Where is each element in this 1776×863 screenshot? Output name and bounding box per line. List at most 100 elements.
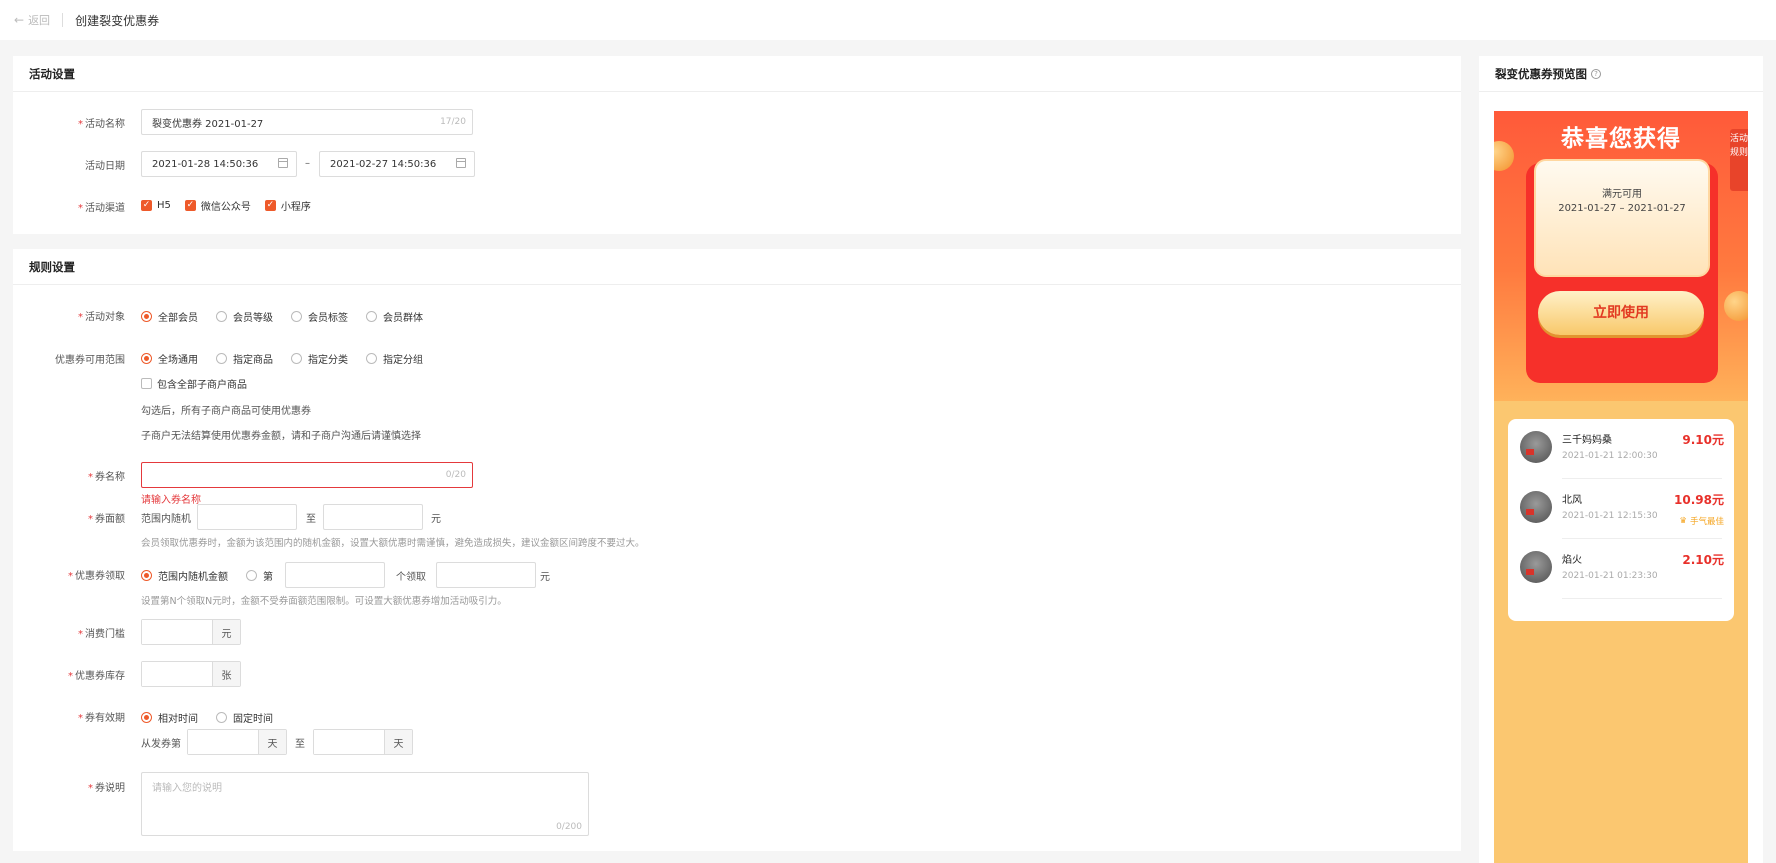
coupon-name-count: 0/20 [445,470,466,480]
activity-channel-label: * 活动渠道 [78,203,125,214]
description-count: 0/200 [556,822,582,832]
scope-group-radio[interactable]: 指定分组 [366,351,423,366]
target-tag-radio[interactable]: 会员标签 [291,309,348,324]
receive-random-option: 范围内随机金额 第 [141,568,291,583]
activity-rules-tab[interactable]: 活动规则 [1730,129,1748,191]
validity-end-unit: 天 [384,730,412,754]
back-button[interactable]: ← 返回 [14,12,50,28]
start-date-picker[interactable]: 2021-01-28 14:50:36 [141,151,297,177]
date-separator: – [305,158,310,169]
target-radio-group: 全部会员 会员等级 会员标签 会员群体 [141,309,441,324]
activity-name-value: 裂变优惠券 2021-01-27 [152,118,264,130]
calendar-icon [456,158,466,168]
record-amount: 9.10元 [1682,433,1724,447]
validity-from: 从发券第 [141,739,181,750]
receive-unit: 元 [540,572,550,583]
use-now-button[interactable]: 立即使用 [1538,291,1704,335]
validity-start-input[interactable]: 天 [187,729,287,755]
stock-input[interactable]: 张 [141,661,241,687]
page-title: 创建裂变优惠券 [75,13,160,28]
include-sub-checkbox[interactable]: 包含全部子商户商品 [141,376,247,391]
avatar [1520,431,1552,463]
scope-note-1: 勾选后，所有子商户商品可使用优惠券 [141,406,311,417]
check-icon: ✓ [141,200,152,211]
activity-name-input[interactable]: 裂变优惠券 2021-01-27 17/20 [141,109,473,135]
top-bar: ← 返回 创建裂变优惠券 [0,0,1776,40]
activity-name-count: 17/20 [440,117,466,127]
divider [62,13,64,27]
scope-note-2: 子商户无法结算使用优惠券金额，请和子商户沟通后请谨慎选择 [141,431,421,442]
stock-unit: 张 [212,662,240,686]
end-date-value: 2021-02-27 14:50:36 [330,158,437,170]
face-value-label: * 券面额 [88,514,125,525]
arrow-left-icon: ← [14,13,25,27]
validity-start-unit: 天 [258,730,286,754]
threshold-input[interactable]: 元 [141,619,241,645]
record-time: 2021-01-21 12:15:30 [1562,511,1658,521]
record-time: 2021-01-21 12:00:30 [1562,451,1658,461]
activity-name-label: * 活动名称 [78,119,125,130]
channel-h5-checkbox[interactable]: ✓ H5 [141,200,171,211]
list-item: 焰火 2021-01-21 01:23:30 2.10元 [1508,539,1734,599]
coin-icon [1724,291,1748,321]
coupon-name-input[interactable]: 0/20 [141,462,473,488]
preview-title: 裂变优惠券预览图 ? [1479,56,1763,92]
description-placeholder: 请输入您的说明 [152,783,222,794]
coupon-name-label: * 券名称 [88,472,125,483]
target-level-radio[interactable]: 会员等级 [216,309,273,324]
avatar [1520,491,1552,523]
scope-all-radio[interactable]: 全场通用 [141,351,198,366]
channel-checkboxes: ✓ H5 ✓ 微信公众号 ✓ 小程序 [141,198,325,213]
scope-radio-group: 全场通用 指定商品 指定分类 指定分组 [141,351,441,366]
activity-settings-title: 活动设置 [13,56,1461,92]
avatar [1520,551,1552,583]
scope-category-radio[interactable]: 指定分类 [291,351,348,366]
list-item: 北风 2021-01-21 12:15:30 10.98元 ♛ 手气最佳 [1508,479,1734,539]
stock-label: * 优惠券库存 [68,671,125,682]
receive-amount-input[interactable] [436,562,536,588]
target-all-radio[interactable]: 全部会员 [141,309,198,324]
target-group-radio[interactable]: 会员群体 [366,309,423,324]
best-luck-badge: ♛ 手气最佳 [1679,516,1724,527]
validity-relative-radio[interactable]: 相对时间 [141,710,198,725]
validity-fixed-radio[interactable]: 固定时间 [216,710,273,725]
record-name: 北风 [1562,495,1582,506]
description-textarea[interactable]: 请输入您的说明 0/200 [141,772,589,836]
receive-nth-input[interactable] [285,562,385,588]
face-max-input[interactable] [323,504,423,530]
validity-end-input[interactable]: 天 [313,729,413,755]
channel-wechat-checkbox[interactable]: ✓ 微信公众号 [184,198,251,213]
record-name: 焰火 [1562,555,1582,566]
preview-banner: 恭喜您获得 活动规则 满元可用 2021-01-27 – 2021-01-27 … [1494,111,1748,401]
back-label: 返回 [28,14,51,27]
threshold-unit: 元 [212,620,240,644]
coupon-name-error: 请输入券名称 [141,495,201,506]
validity-to: 至 [295,739,305,750]
coupon-condition: 满元可用 [1602,189,1642,200]
face-hint: 会员领取优惠券时，金额为该范围内的随机金额，设置大额优惠时需谨慎，避免造成损失，… [141,538,645,549]
check-icon: ✓ [264,200,276,211]
coupon-card: 满元可用 2021-01-27 – 2021-01-27 [1534,159,1710,277]
activity-settings-card: 活动设置 * 活动名称 裂变优惠券 2021-01-27 17/20 活动日期 2… [13,56,1461,234]
face-to: 至 [306,514,316,525]
question-circle-icon[interactable]: ? [1591,68,1601,79]
congrats-title: 恭喜您获得 [1561,126,1681,152]
scope-product-radio[interactable]: 指定商品 [216,351,273,366]
end-date-picker[interactable]: 2021-02-27 14:50:36 [319,151,475,177]
rule-settings-card: 规则设置 * 活动对象 全部会员 会员等级 会员标签 会员群体 优惠券可用范围 全… [13,249,1461,851]
crown-icon: ♛ [1679,516,1687,526]
coupon-period: 2021-01-27 – 2021-01-27 [1558,203,1686,214]
receive-nth-radio[interactable]: 第 [246,568,273,583]
face-unit: 元 [431,514,441,525]
rule-settings-title: 规则设置 [13,249,1461,285]
face-min-input[interactable] [197,504,297,530]
start-date-value: 2021-01-28 14:50:36 [152,158,259,170]
receive-random-radio[interactable]: 范围内随机金额 [141,568,228,583]
validity-radio-group: 相对时间 固定时间 [141,710,291,725]
channel-miniprogram-checkbox[interactable]: ✓ 小程序 [264,198,311,213]
record-amount: 10.98元 [1674,493,1724,507]
receive-mid: 个领取 [396,572,426,583]
divider [1562,598,1722,599]
scope-label: 优惠券可用范围 [55,355,125,366]
receive-hint: 设置第N个领取N元时，金额不受券面额范围限制。可设置大额优惠券增加活动吸引力。 [141,596,507,607]
